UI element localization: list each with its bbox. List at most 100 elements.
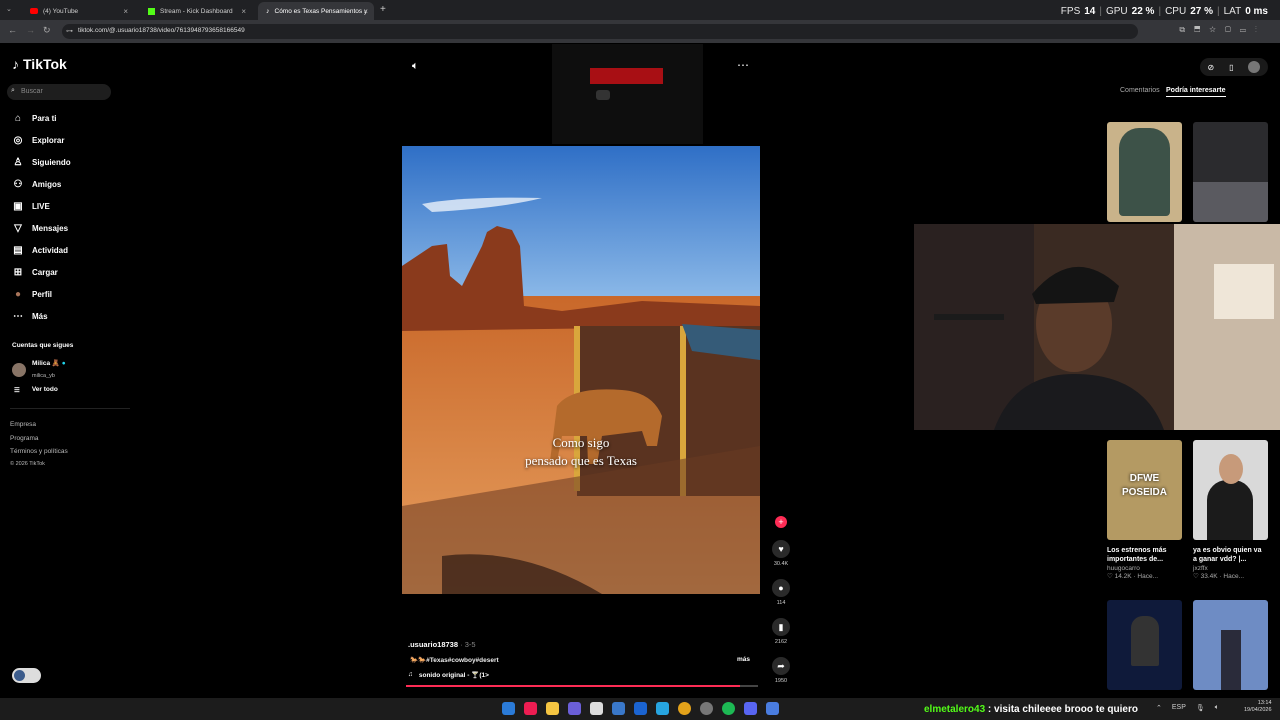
- footer-link[interactable]: Términos y políticas: [10, 445, 68, 459]
- footer-link[interactable]: Programa: [10, 432, 68, 446]
- chrome-icon[interactable]: [678, 702, 691, 715]
- video-thumbnail[interactable]: [1193, 600, 1268, 690]
- footer-link[interactable]: Empresa: [10, 418, 68, 432]
- new-tab-button[interactable]: +: [380, 4, 386, 15]
- tab-might-interest[interactable]: Podría interesarte: [1166, 87, 1226, 97]
- lat-label: LAT: [1223, 6, 1242, 17]
- previous-video-preview: [552, 44, 703, 144]
- theme-toggle[interactable]: [12, 668, 41, 683]
- language-indicator[interactable]: ESP: [1172, 704, 1186, 712]
- chat-message: : visita chileeee brooo te quiero: [985, 704, 1138, 715]
- friends-icon: ⚇: [13, 179, 23, 190]
- chevron-up-icon[interactable]: ⌃: [1156, 704, 1162, 712]
- share-button[interactable]: ➦ 1950: [770, 657, 792, 684]
- more-link[interactable]: más: [737, 656, 750, 663]
- video-thumbnail[interactable]: [1193, 440, 1268, 540]
- tab-kick[interactable]: Stream - Kick Dashboard ×: [140, 2, 252, 20]
- sidebar-item-cargar[interactable]: ⊞ Cargar: [12, 267, 122, 278]
- tiktok-app-icon[interactable]: [524, 702, 537, 715]
- thumbnail-text: DFWE POSEIDA: [1121, 473, 1167, 498]
- app-icon[interactable]: [766, 702, 779, 715]
- thumbnail-street: [1193, 182, 1268, 222]
- sidebar-item-perfil[interactable]: ● Perfil: [12, 289, 122, 300]
- close-icon[interactable]: ×: [123, 7, 128, 16]
- video-thumbnail[interactable]: DFWE POSEIDA: [1107, 440, 1182, 540]
- sidebar-item-mensajes[interactable]: ▽ Mensajes: [12, 223, 122, 234]
- cpu-value: 27 %: [1190, 6, 1213, 17]
- steam-icon[interactable]: [634, 702, 647, 715]
- more-options-icon[interactable]: ⋯: [737, 58, 749, 72]
- fps-label: FPS: [1060, 6, 1081, 17]
- recommendation-card[interactable]: ya es obvio quien va a ganar vdd? |... j…: [1193, 546, 1265, 580]
- compass-icon: ◎: [13, 135, 23, 146]
- volume-icon[interactable]: 🔈︎: [412, 60, 419, 73]
- phone-icon[interactable]: ▯: [1229, 63, 1233, 72]
- close-icon[interactable]: ×: [241, 7, 246, 16]
- sidebar-item-parati[interactable]: ⌂ Para ti: [12, 113, 122, 124]
- sidebar-item-label: Para ti: [32, 114, 57, 123]
- forward-icon[interactable]: →: [26, 25, 35, 35]
- reload-icon[interactable]: ↻: [43, 25, 51, 36]
- clock[interactable]: 13:14 19/04/2026: [1244, 700, 1272, 714]
- back-icon[interactable]: ←: [8, 25, 17, 35]
- account-handle: milica_yb: [32, 373, 55, 380]
- search-input[interactable]: ⌕ Buscar: [7, 84, 111, 100]
- app-icon[interactable]: [568, 702, 581, 715]
- thumbnail-figure: [1207, 480, 1253, 540]
- tiktok-logo[interactable]: ♪ TikTok: [12, 56, 67, 72]
- sidebar-item-live[interactable]: ▣ LIVE: [12, 201, 122, 212]
- sidebar-item-label: Siguiendo: [32, 158, 71, 167]
- follow-plus-button[interactable]: +: [775, 516, 787, 528]
- sidebar-item-siguiendo[interactable]: ♙ Siguiendo: [12, 157, 122, 168]
- see-all-link[interactable]: ☰ Ver todo: [14, 386, 58, 394]
- discord-icon[interactable]: [744, 702, 757, 715]
- spotify-icon[interactable]: [722, 702, 735, 715]
- video-player[interactable]: [402, 146, 760, 594]
- sidebar-item-explorar[interactable]: ◎ Explorar: [12, 135, 122, 146]
- author-name[interactable]: .usuario18738: [408, 640, 458, 649]
- sidebar-item-actividad[interactable]: ▤ Actividad: [12, 245, 122, 256]
- video-hashtags[interactable]: 🐎🐎#Texas#cowboy#desert: [410, 656, 499, 664]
- tab-menu-icon[interactable]: ⌄: [6, 5, 12, 13]
- comment-button[interactable]: ● 114: [770, 579, 792, 606]
- avatar[interactable]: [1248, 61, 1261, 73]
- save-button[interactable]: ▮ 2162: [770, 618, 792, 645]
- list-icon: ☰: [14, 387, 20, 394]
- close-icon[interactable]: ×: [363, 7, 368, 16]
- browser-toolbar-icons[interactable]: ⧉⬒☆▢▭⋮: [1179, 25, 1266, 35]
- url-field[interactable]: ⊶ tiktok.com/@.usuario18738/video/761394…: [62, 24, 1138, 39]
- activity-icon: ▤: [13, 245, 23, 256]
- youtube-icon: [30, 8, 38, 14]
- mic-icon[interactable]: 🎙︎: [1196, 704, 1205, 712]
- progress-fill: [406, 685, 741, 687]
- video-thumbnail[interactable]: [1107, 600, 1182, 690]
- tab-youtube[interactable]: (4) YouTube ×: [22, 2, 134, 20]
- start-icon[interactable]: [502, 702, 515, 715]
- comment-count: 114: [776, 600, 786, 606]
- system-tray[interactable]: ⌃ ESP 🎙︎ 🔈︎: [1156, 704, 1219, 712]
- like-button[interactable]: ♥ 30.4K: [770, 540, 792, 567]
- volume-icon[interactable]: 🔈︎: [1215, 704, 1219, 712]
- recommendation-card[interactable]: Los estrenos más importantes de... huugo…: [1107, 546, 1177, 580]
- sidebar-item-ms[interactable]: ⋯ Más: [12, 311, 122, 322]
- compass-icon[interactable]: ⊘: [1207, 63, 1214, 72]
- mail-icon[interactable]: [612, 702, 625, 715]
- folder-icon[interactable]: [546, 702, 559, 715]
- app-icon[interactable]: [700, 702, 713, 715]
- toggle-knob: [14, 670, 25, 681]
- tab-tiktok[interactable]: ♪ Cómo es Texas Pensamientos y ×: [258, 2, 374, 20]
- upload-icon: ⊞: [13, 267, 23, 278]
- tab-comments[interactable]: Comentarios: [1120, 87, 1160, 94]
- video-author-row[interactable]: .usuario18738 · 3-5: [408, 640, 476, 649]
- edge-icon[interactable]: [656, 702, 669, 715]
- video-thumbnail[interactable]: [1193, 122, 1268, 222]
- following-header: Cuentas que sigues: [12, 342, 74, 349]
- progress-track[interactable]: [406, 685, 758, 687]
- video-caption: Como sigo pensado que es Texas: [402, 434, 760, 469]
- site-info-icon[interactable]: ⊶: [66, 27, 73, 35]
- sound-row[interactable]: ♫ sonido original - 🍸(1>: [408, 671, 489, 679]
- video-thumbnail[interactable]: [1107, 122, 1182, 222]
- following-account[interactable]: Milica 🧸 ● milica_yb: [12, 360, 66, 380]
- sidebar-item-amigos[interactable]: ⚇ Amigos: [12, 179, 122, 190]
- calendar-icon[interactable]: [590, 702, 603, 715]
